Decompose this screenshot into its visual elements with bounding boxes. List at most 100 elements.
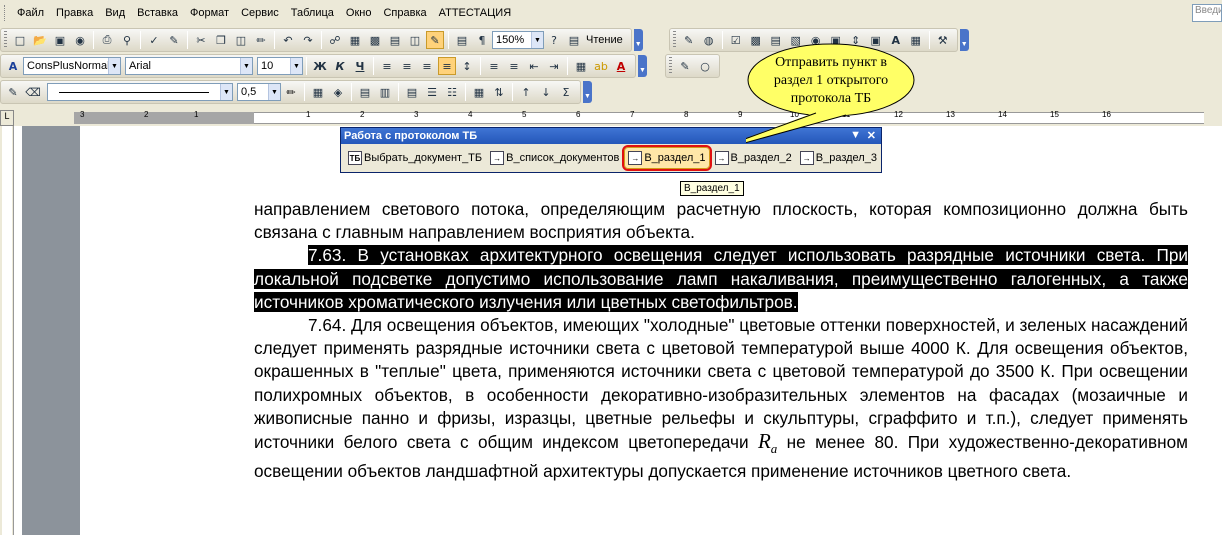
highlight-icon[interactable]: ab	[592, 57, 610, 75]
outside-border-icon[interactable]: ▦	[309, 83, 327, 101]
research-icon[interactable]: ✎	[165, 31, 183, 49]
select-document-button[interactable]: ТБ Выбрать_документ_ТБ	[345, 147, 485, 169]
align-center-icon[interactable]: ≡	[398, 57, 416, 75]
line-style-select[interactable]: ▼	[47, 83, 233, 101]
format-painter-icon[interactable]: ✏	[252, 31, 270, 49]
toolbar-options-button[interactable]: ▼	[638, 55, 647, 77]
help-search-input[interactable]: Введи	[1192, 4, 1222, 22]
document-map-icon[interactable]: ▤	[453, 31, 471, 49]
open-folder-icon[interactable]: 📂	[31, 31, 49, 49]
line-weight-select[interactable]: 0,5 ▼	[237, 83, 281, 101]
paste-icon[interactable]: ◫	[232, 31, 250, 49]
distribute-columns-icon[interactable]: ☷	[443, 83, 461, 101]
read-mode-icon[interactable]: ▤	[565, 31, 583, 49]
zoom-select[interactable]: 150% ▼	[492, 31, 544, 49]
distribute-rows-icon[interactable]: ☰	[423, 83, 441, 101]
numbering-icon[interactable]: ≡	[485, 57, 503, 75]
edit-icon[interactable]: ✎	[680, 31, 698, 49]
chevron-down-icon[interactable]: ▼	[290, 58, 302, 74]
toolbar-grip[interactable]	[4, 31, 7, 49]
toolbar-options-button[interactable]: ▼	[633, 29, 643, 51]
tables-borders-icon[interactable]: ▦	[346, 31, 364, 49]
select-objects-icon[interactable]: ✎	[676, 57, 694, 75]
toolbar-options-button[interactable]: ▼	[959, 29, 969, 51]
copy-icon[interactable]: ❐	[212, 31, 230, 49]
toolbar-grip[interactable]	[669, 57, 672, 75]
vertical-ruler[interactable]	[0, 126, 14, 535]
menu-view[interactable]: Вид	[99, 5, 131, 21]
bullets-icon[interactable]: ≡	[505, 57, 523, 75]
merge-cells-icon[interactable]: ▤	[356, 83, 374, 101]
insert-excel-icon[interactable]: ▤	[386, 31, 404, 49]
permission-icon[interactable]: ◉	[71, 31, 89, 49]
border-color-icon[interactable]: ✏	[282, 83, 300, 101]
chevron-down-icon[interactable]: ▼	[531, 32, 543, 48]
justify-icon[interactable]: ≡	[438, 57, 456, 75]
eraser-icon[interactable]: ⌫	[24, 83, 42, 101]
autosum-icon[interactable]: Σ	[557, 83, 575, 101]
menu-edit[interactable]: Правка	[50, 5, 99, 21]
print-icon[interactable]: ⎙	[98, 31, 116, 49]
menu-file[interactable]: Файл	[11, 5, 50, 21]
decrease-indent-icon[interactable]: ⇤	[525, 57, 543, 75]
style-select[interactable]: ConsPlusNormal ▼	[23, 57, 121, 75]
align-left-icon[interactable]: ≡	[378, 57, 396, 75]
menu-help[interactable]: Справка	[377, 5, 432, 21]
draw-table-icon[interactable]: ✎	[4, 83, 22, 101]
menu-insert[interactable]: Вставка	[131, 5, 184, 21]
align-top-icon[interactable]: ▤	[403, 83, 421, 101]
to-section-1-button[interactable]: → В_раздел_1	[622, 145, 712, 171]
chevron-down-icon[interactable]: ▼	[240, 58, 252, 74]
tab-selector[interactable]: L	[0, 110, 14, 126]
styles-pane-icon[interactable]: A	[4, 57, 22, 75]
redo-icon[interactable]: ↷	[299, 31, 317, 49]
drawing-icon[interactable]: ✎	[426, 31, 444, 49]
split-cells-icon[interactable]: ▥	[376, 83, 394, 101]
new-document-icon[interactable]: □	[11, 31, 29, 49]
font-size-select[interactable]: 10 ▼	[257, 57, 303, 75]
spelling-icon[interactable]: ✓	[145, 31, 163, 49]
menu-format[interactable]: Формат	[184, 5, 235, 21]
menu-grip[interactable]	[4, 5, 7, 21]
italic-button[interactable]: К	[331, 57, 349, 75]
menu-window[interactable]: Окно	[340, 5, 378, 21]
to-document-list-button[interactable]: → В_список_документов	[487, 147, 622, 169]
menu-attestation[interactable]: АТТЕСТАЦИЯ	[433, 5, 518, 21]
menu-tools[interactable]: Сервис	[235, 5, 285, 21]
cut-icon[interactable]: ✂	[192, 31, 210, 49]
print-preview-icon[interactable]: ⚲	[118, 31, 136, 49]
increase-indent-icon[interactable]: ⇥	[545, 57, 563, 75]
columns-icon[interactable]: ◫	[406, 31, 424, 49]
toolbar-grip[interactable]	[672, 31, 676, 49]
chevron-down-icon[interactable]: ▼	[268, 84, 280, 100]
lasso-icon[interactable]: ○	[696, 57, 714, 75]
font-color-icon[interactable]: A	[612, 57, 630, 75]
font-select[interactable]: Arial ▼	[125, 57, 253, 75]
sort-ascending-icon[interactable]: ↑	[517, 83, 535, 101]
chevron-down-icon[interactable]: ▼	[220, 84, 232, 100]
horizontal-ruler[interactable]: 3 2 1 1 2 3 4 5 6 7 8 9 10 11 12 13 14 1…	[14, 110, 1222, 126]
save-icon[interactable]: ▣	[51, 31, 69, 49]
sort-descending-icon[interactable]: ↓	[537, 83, 555, 101]
hyperlink-icon[interactable]: ☍	[326, 31, 344, 49]
shading-icon[interactable]: ◈	[329, 83, 347, 101]
borders-icon[interactable]: ▦	[572, 57, 590, 75]
menu-table[interactable]: Таблица	[285, 5, 340, 21]
insert-table-icon[interactable]: ▩	[366, 31, 384, 49]
chevron-down-icon[interactable]: ▼	[108, 58, 120, 74]
line-spacing-icon[interactable]: ↕	[458, 57, 476, 75]
bold-button[interactable]: Ж	[311, 57, 329, 75]
document-body[interactable]: направлением светового потока, определяю…	[254, 198, 1188, 484]
toolbar-options-button[interactable]: ▼	[583, 81, 592, 103]
change-text-direction-icon[interactable]: ⇅	[490, 83, 508, 101]
pin-icon[interactable]: ◍	[700, 31, 718, 49]
show-formatting-icon[interactable]: ¶	[473, 31, 491, 49]
read-mode-button[interactable]: Чтение	[586, 34, 623, 46]
autoformat-icon[interactable]: ▦	[470, 83, 488, 101]
tools-icon[interactable]: ⚒	[934, 31, 952, 49]
help-icon[interactable]: ?	[545, 31, 563, 49]
checkbox-field-icon[interactable]: ☑	[727, 31, 745, 49]
underline-button[interactable]: Ч	[351, 57, 369, 75]
undo-icon[interactable]: ↶	[279, 31, 297, 49]
align-right-icon[interactable]: ≡	[418, 57, 436, 75]
